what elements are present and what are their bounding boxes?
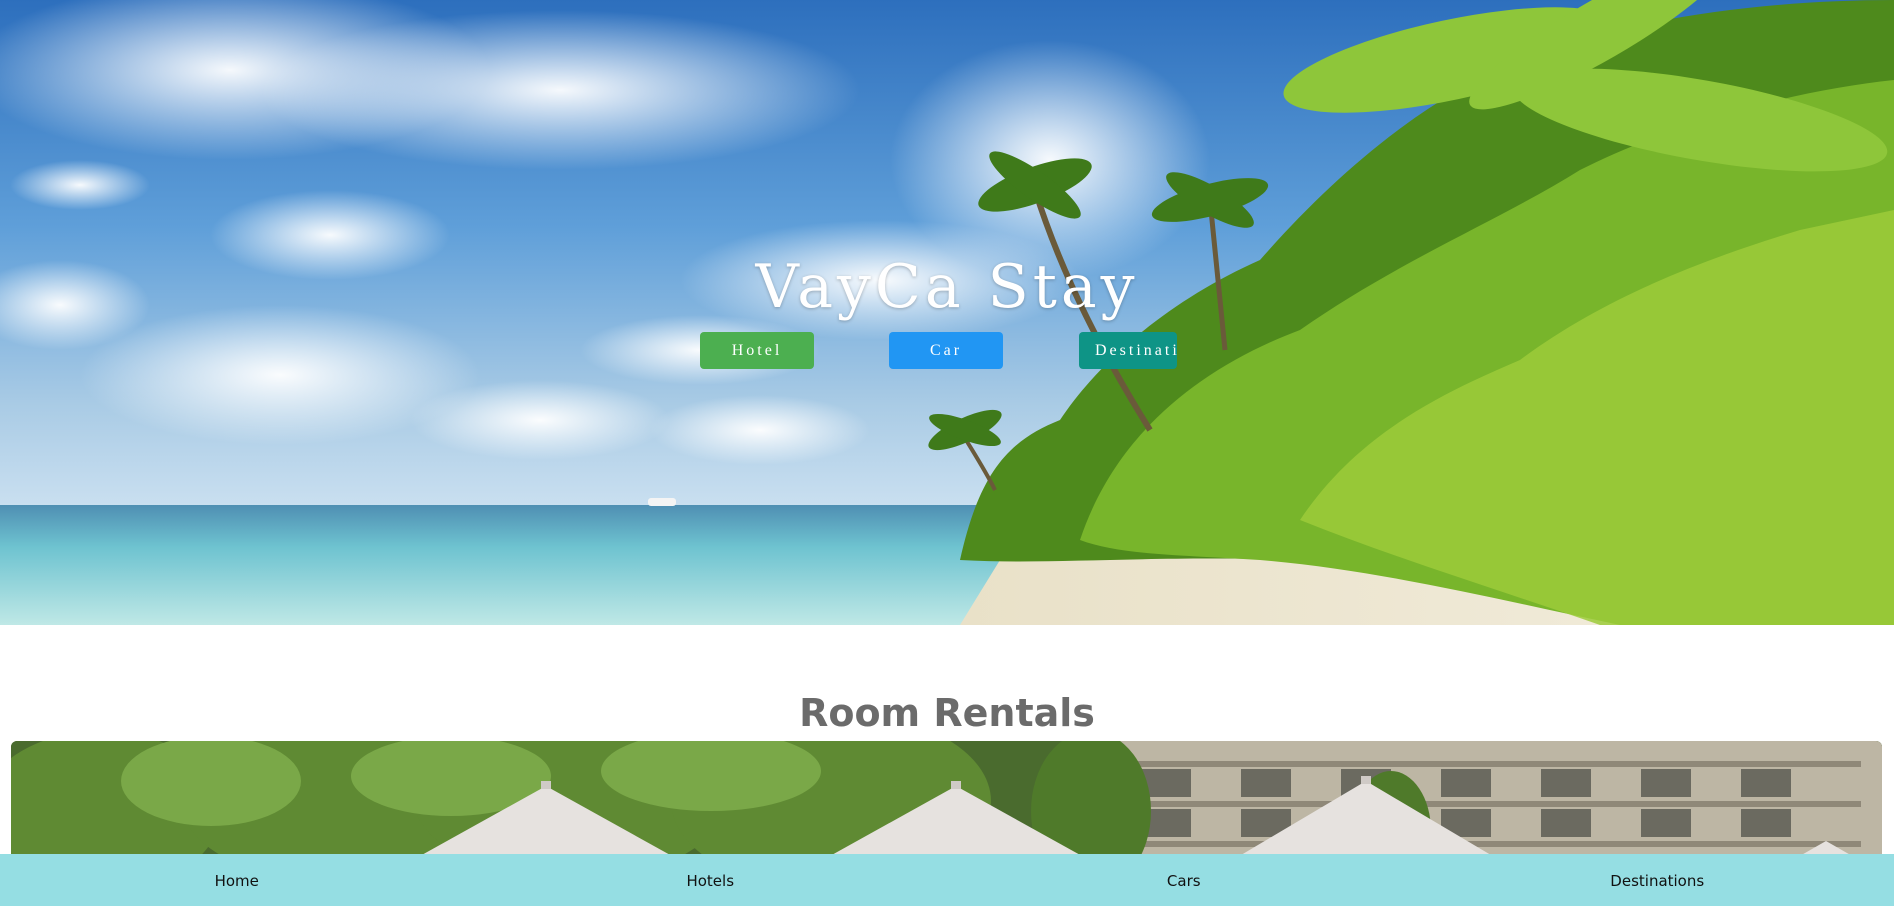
bottom-nav: Home Hotels Cars Destinations (0, 854, 1894, 906)
hero-banner: VayCa Stay Hotel Car Destinations (0, 0, 1894, 625)
hero-title: VayCa Stay (755, 252, 1139, 322)
nav-destinations[interactable]: Destinations (1421, 854, 1894, 906)
car-button[interactable]: Car (889, 332, 1003, 369)
nav-home[interactable]: Home (0, 854, 474, 906)
nav-hotels[interactable]: Hotels (474, 854, 948, 906)
page: VayCa Stay Hotel Car Destinations Room R… (0, 0, 1894, 906)
destinations-button[interactable]: Destinations (1079, 332, 1177, 369)
section-title-room-rentals: Room Rentals (799, 691, 1095, 735)
nav-cars[interactable]: Cars (947, 854, 1421, 906)
hotel-button[interactable]: Hotel (700, 332, 814, 369)
